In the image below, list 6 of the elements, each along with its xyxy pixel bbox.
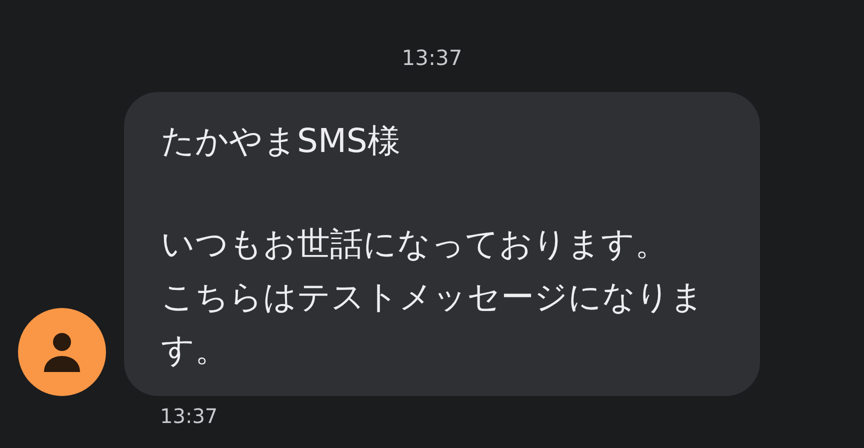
person-icon bbox=[42, 330, 82, 374]
message-text: たかやまSMS様 bbox=[161, 120, 402, 162]
date-divider: 13:37 bbox=[402, 45, 462, 72]
message-time: 13:37 bbox=[160, 403, 218, 430]
message-text: いつもお世話になっております。 bbox=[161, 223, 669, 265]
message-text: こちらはテストメッセージになります。 bbox=[161, 276, 705, 371]
